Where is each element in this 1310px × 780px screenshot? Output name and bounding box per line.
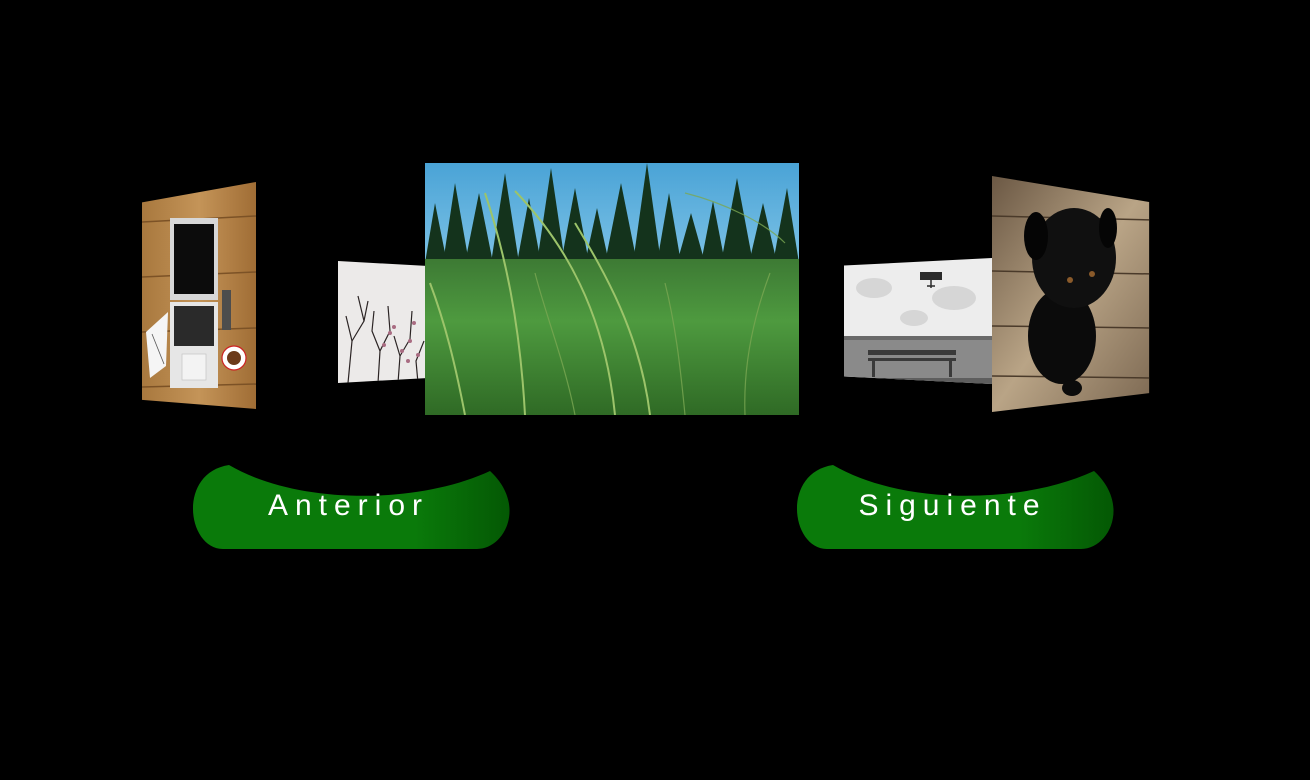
next-button[interactable]: Siguiente — [791, 465, 1114, 549]
slide-laptop[interactable] — [142, 182, 256, 409]
tree-branches-photo — [338, 261, 426, 383]
slide-grass[interactable] — [425, 163, 799, 415]
carousel-stage: Anterior Siguiente — [0, 0, 1310, 780]
bench-wall-photo — [844, 258, 992, 384]
grass-field-photo — [425, 163, 799, 415]
next-button-label: Siguiente — [858, 489, 1047, 522]
slide-dog[interactable] — [992, 176, 1150, 412]
slide-bench[interactable] — [844, 258, 992, 384]
laptop-desk-photo — [142, 182, 256, 409]
slide-branches[interactable] — [338, 261, 426, 383]
prev-button[interactable]: Anterior — [187, 465, 510, 549]
prev-button-label: Anterior — [267, 489, 430, 522]
black-dog-photo — [992, 176, 1150, 412]
